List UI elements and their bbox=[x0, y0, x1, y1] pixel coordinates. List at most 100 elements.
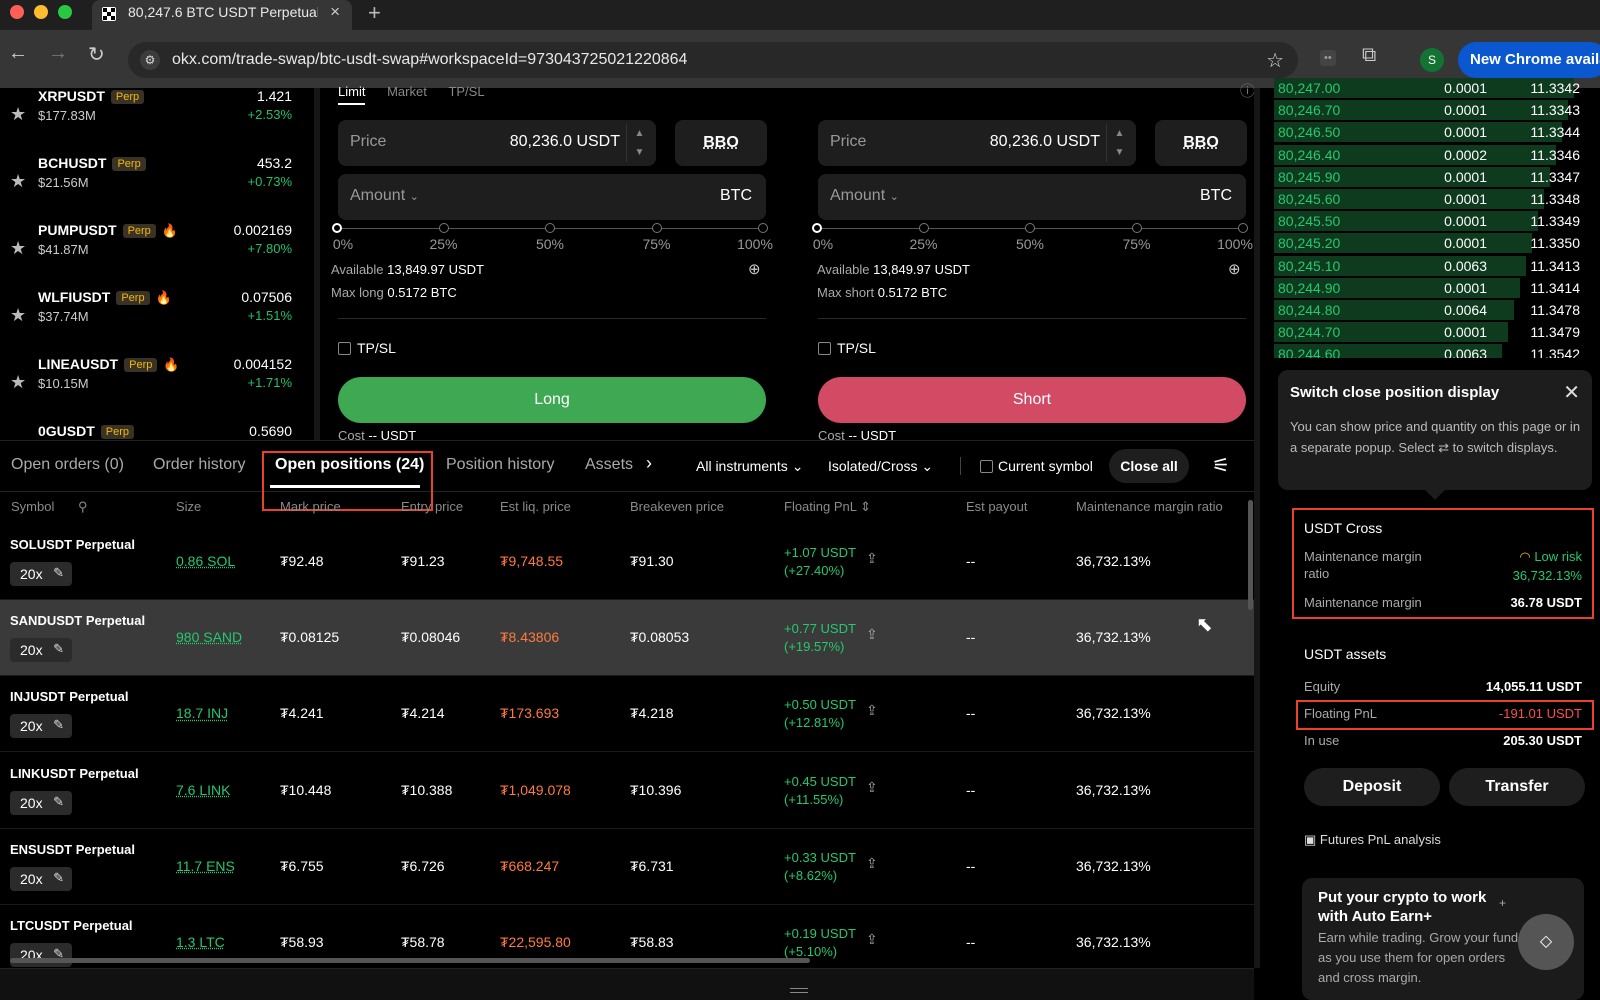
floating-pnl[interactable]: +0.19 USDT (+5.10%) bbox=[784, 925, 856, 961]
position-symbol[interactable]: SANDUSDT Perpetual bbox=[10, 613, 145, 628]
transfer-plus-icon[interactable]: ⊕ bbox=[1228, 260, 1241, 278]
transfer-button[interactable]: Transfer bbox=[1449, 768, 1585, 806]
address-bar[interactable]: ⚙ okx.com/trade-swap/btc-usdt-swap#works… bbox=[128, 42, 1298, 78]
leverage-button[interactable]: 20x ✎ bbox=[10, 714, 72, 739]
slider-stop[interactable] bbox=[758, 223, 768, 233]
close-icon[interactable]: ✕ bbox=[1563, 380, 1580, 405]
long-bbo-button[interactable]: BBO bbox=[675, 120, 767, 166]
tab-order-history[interactable]: Order history bbox=[153, 456, 245, 474]
pnl-analysis-link[interactable]: ▣ Futures PnL analysis bbox=[1304, 832, 1441, 848]
long-price-input[interactable]: Price 80,236.0 USDT ▲ ▼ bbox=[338, 120, 656, 166]
maximize-window-button[interactable] bbox=[58, 5, 72, 19]
favorite-star-icon[interactable]: ★ bbox=[10, 305, 26, 326]
position-symbol[interactable]: SOLUSDT Perpetual bbox=[10, 537, 135, 552]
orderbook-row[interactable]: 80,244.90 0.0001 11.3414 bbox=[1274, 277, 1600, 299]
reload-icon[interactable]: ↻ bbox=[88, 42, 105, 67]
leverage-button[interactable]: 20x ✎ bbox=[10, 638, 72, 663]
tab-close-icon[interactable]: × bbox=[330, 2, 340, 22]
slider-stop[interactable] bbox=[545, 223, 555, 233]
leverage-button[interactable]: 20x ✎ bbox=[10, 943, 72, 967]
orderbook-row[interactable]: 80,244.70 0.0001 11.3479 bbox=[1274, 321, 1600, 343]
short-button[interactable]: Short bbox=[818, 377, 1246, 423]
favorite-star-icon[interactable]: ★ bbox=[10, 372, 26, 393]
short-amount-slider[interactable]: 0% 25% 50% 75% 100% bbox=[812, 223, 1253, 263]
watchlist-row[interactable]: ★ XRPUSDT Perp $177.83M 1.421 +2.53% bbox=[0, 84, 310, 152]
profile-avatar[interactable]: S bbox=[1420, 48, 1444, 72]
long-amount-input[interactable]: Amount ⌄ BTC bbox=[338, 174, 766, 220]
favorite-star-icon[interactable]: ★ bbox=[10, 171, 26, 192]
tab-limit[interactable]: Limit bbox=[338, 84, 366, 105]
slider-stop[interactable] bbox=[1238, 223, 1248, 233]
leverage-button[interactable]: 20x ✎ bbox=[10, 790, 72, 815]
floating-pnl[interactable]: +0.45 USDT (+11.55%) bbox=[784, 773, 856, 809]
leverage-button[interactable]: 20x ✎ bbox=[10, 562, 72, 586]
floating-pnl[interactable]: +1.07 USDT (+27.40%) bbox=[784, 544, 856, 580]
tab-assets[interactable]: Assets bbox=[585, 456, 633, 474]
favorite-star-icon[interactable]: ★ bbox=[10, 104, 26, 125]
orderbook-row[interactable]: 80,247.00 0.0001 11.3342 bbox=[1274, 77, 1600, 99]
slider-stop[interactable] bbox=[812, 223, 822, 233]
position-symbol[interactable]: ENSUSDT Perpetual bbox=[10, 842, 135, 857]
close-all-button[interactable]: Close all bbox=[1109, 449, 1189, 483]
deposit-button[interactable]: Deposit bbox=[1304, 768, 1440, 806]
auto-earn-promo[interactable]: Put your crypto to work with Auto Earn+ … bbox=[1302, 878, 1584, 1000]
slider-stop[interactable] bbox=[1025, 223, 1035, 233]
current-symbol-checkbox[interactable]: Current symbol bbox=[980, 458, 1093, 474]
orderbook-row[interactable]: 80,245.10 0.0063 11.3413 bbox=[1274, 255, 1600, 277]
position-row[interactable]: ENSUSDT Perpetual 20x ✎ 11.7 ENS ₮6.755 ₮6.72… bbox=[0, 829, 1254, 905]
floating-pnl[interactable]: +0.50 USDT (+12.81%) bbox=[784, 696, 856, 732]
col-floating-pnl[interactable]: Floating PnL ⇕ bbox=[784, 499, 871, 515]
share-icon[interactable]: ⇪ bbox=[866, 626, 878, 643]
price-value[interactable]: 80,236.0 bbox=[510, 133, 572, 151]
short-tpsl-checkbox[interactable]: TP/SL bbox=[818, 340, 876, 356]
margin-mode-filter[interactable]: Isolated/Cross ⌄ bbox=[828, 458, 933, 475]
share-icon[interactable]: ⇪ bbox=[866, 931, 878, 948]
short-amount-input[interactable]: Amount ⌄ BTC bbox=[818, 174, 1246, 220]
short-price-input[interactable]: Price 80,236.0 USDT ▲ ▼ bbox=[818, 120, 1136, 166]
watchlist-row[interactable]: ★ LINEAUSDT Perp 🔥 $10.15M 0.004152 +1.71% bbox=[0, 352, 310, 420]
new-chrome-available-button[interactable]: New Chrome available bbox=[1458, 42, 1600, 78]
orderbook-row[interactable]: 80,245.20 0.0001 11.3350 bbox=[1274, 232, 1600, 254]
long-button[interactable]: Long bbox=[338, 377, 766, 423]
transfer-plus-icon[interactable]: ⊕ bbox=[748, 260, 761, 278]
tab-open-orders[interactable]: Open orders (0) bbox=[11, 456, 124, 474]
share-icon[interactable]: ⇪ bbox=[866, 550, 878, 567]
slider-stop[interactable] bbox=[438, 223, 449, 233]
slider-stop[interactable] bbox=[918, 223, 929, 233]
leverage-button[interactable]: 20x ✎ bbox=[10, 866, 72, 891]
watchlist-row[interactable]: ★ PUMPUSDT Perp 🔥 $41.87M 0.002169 +7.80% bbox=[0, 218, 310, 286]
long-tpsl-checkbox[interactable]: TP/SL bbox=[338, 340, 396, 356]
favorite-star-icon[interactable]: ★ bbox=[10, 238, 26, 259]
orderbook-row[interactable]: 80,245.60 0.0001 11.3348 bbox=[1274, 188, 1600, 210]
new-tab-button[interactable]: + bbox=[368, 0, 381, 26]
site-info-icon[interactable]: ⚙ bbox=[140, 50, 160, 70]
url-text[interactable]: okx.com/trade-swap/btc-usdt-swap#workspa… bbox=[172, 51, 687, 69]
floating-pnl[interactable]: +0.33 USDT (+8.62%) bbox=[784, 849, 856, 885]
tab-market[interactable]: Market bbox=[387, 84, 427, 99]
browser-tab[interactable]: 80,247.6 BTC USDT Perpetual × bbox=[92, 0, 352, 30]
long-amount-slider[interactable]: 0% 25% 50% 75% 100% bbox=[332, 223, 773, 263]
bookmark-star-icon[interactable]: ☆ bbox=[1266, 48, 1284, 73]
pin-icon[interactable]: ⚲ bbox=[78, 499, 88, 515]
resize-grip-icon[interactable] bbox=[790, 988, 808, 993]
slider-stop[interactable] bbox=[651, 223, 662, 233]
orderbook-row[interactable]: 80,246.40 0.0002 11.3346 bbox=[1274, 144, 1600, 166]
price-stepper-icon[interactable]: ▲ ▼ bbox=[626, 124, 652, 162]
floating-pnl[interactable]: +0.77 USDT (+19.57%) bbox=[784, 620, 856, 656]
close-window-button[interactable] bbox=[10, 5, 24, 19]
price-stepper-icon[interactable]: ▲ ▼ bbox=[1106, 124, 1132, 162]
forward-icon[interactable]: → bbox=[48, 42, 68, 65]
watchlist-row[interactable]: ★ WLFIUSDT Perp 🔥 $37.74M 0.07506 +1.51% bbox=[0, 285, 310, 353]
vertical-scrollbar[interactable] bbox=[1248, 500, 1253, 610]
orderbook-row[interactable]: 80,246.50 0.0001 11.3344 bbox=[1274, 121, 1600, 143]
orderbook-row[interactable]: 80,245.90 0.0001 11.3347 bbox=[1274, 166, 1600, 188]
orderbook-row[interactable]: 80,245.50 0.0001 11.3349 bbox=[1274, 210, 1600, 232]
position-row[interactable]: SOLUSDT Perpetual 20x ✎ 0.86 SOL ₮92.48 ₮91.2… bbox=[0, 524, 1254, 600]
short-bbo-button[interactable]: BBO bbox=[1155, 120, 1247, 166]
slider-stop[interactable] bbox=[1131, 223, 1142, 233]
minimize-window-button[interactable] bbox=[34, 5, 48, 19]
position-row[interactable]: SANDUSDT Perpetual 20x ✎ 980 SAND ₮0.08125 ₮0… bbox=[0, 600, 1254, 677]
share-icon[interactable]: ⇪ bbox=[866, 779, 878, 796]
position-symbol[interactable]: LTCUSDT Perpetual bbox=[10, 918, 133, 933]
tab-position-history[interactable]: Position history bbox=[446, 456, 555, 474]
